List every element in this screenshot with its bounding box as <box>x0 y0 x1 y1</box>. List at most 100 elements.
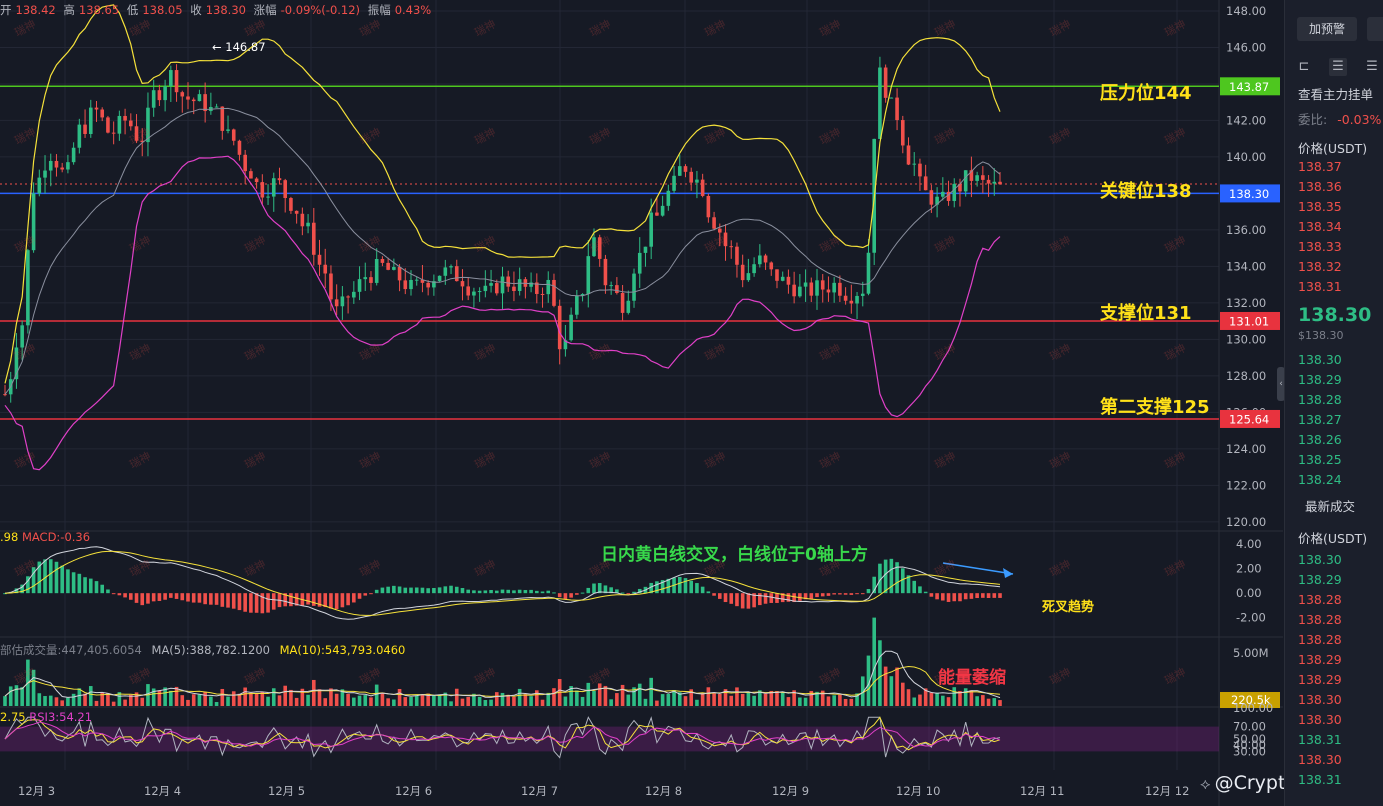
macd-bar <box>323 593 328 608</box>
volume-bar <box>946 697 951 706</box>
candle-body <box>311 222 316 255</box>
candle-body <box>849 300 854 304</box>
candle-body <box>71 147 76 163</box>
candle-body <box>277 178 282 181</box>
bid-price-row[interactable]: 138.28 <box>1298 392 1342 407</box>
view-bids-icon[interactable]: ☰ <box>1329 58 1347 76</box>
macd-bar <box>620 592 625 594</box>
macd-bar <box>958 593 962 602</box>
candle-body <box>460 281 465 287</box>
rsi-tick-label: 100.00 <box>1233 701 1273 715</box>
ask-price-row[interactable]: 138.37 <box>1298 159 1342 174</box>
candle-body <box>912 163 917 165</box>
ask-price-row[interactable]: 138.33 <box>1298 239 1342 254</box>
volume-bar <box>775 691 779 706</box>
volume-bar <box>992 698 997 706</box>
volume-bar <box>289 689 293 706</box>
date-tick-label: 12月 5 <box>268 784 305 798</box>
candle-body <box>540 293 545 295</box>
macd-bar <box>700 586 705 594</box>
macd-bar <box>552 592 556 594</box>
macd-bar <box>981 593 985 598</box>
candle-body <box>289 198 293 211</box>
macd-bar <box>243 593 247 612</box>
view-asks-icon[interactable]: ☰ <box>1363 58 1381 76</box>
candle-body <box>106 117 110 133</box>
macd-bar <box>832 593 836 595</box>
macd-bar <box>843 593 848 595</box>
ask-price-row[interactable]: 138.32 <box>1298 259 1342 274</box>
volume-bar <box>889 676 894 706</box>
macd-bar <box>912 580 917 594</box>
volume-bar <box>912 697 917 706</box>
candle-body <box>100 109 105 118</box>
bid-price-row[interactable]: 138.30 <box>1298 352 1342 367</box>
bid-price-row[interactable]: 138.26 <box>1298 432 1342 447</box>
macd-bar <box>729 593 734 604</box>
candle-body <box>826 289 831 293</box>
candlestick-chart[interactable]: 148.00146.00144.00142.00140.00138.00136.… <box>0 0 1283 806</box>
bollinger-mid <box>4 107 1001 395</box>
bid-price-row[interactable]: 138.29 <box>1298 372 1342 387</box>
macd-bar <box>71 572 76 594</box>
order-book-title[interactable]: 查看主力挂单 <box>1298 84 1373 103</box>
candle-body <box>426 282 430 288</box>
candle-body <box>363 277 368 280</box>
volume-bar <box>717 693 722 706</box>
volume-bar <box>786 697 791 706</box>
candle-body <box>820 280 825 290</box>
volume-bar <box>683 696 688 706</box>
price-tick-label: 146.00 <box>1226 40 1266 54</box>
candle-body <box>294 210 299 214</box>
volume-bar <box>323 698 328 706</box>
candle-body <box>575 295 579 315</box>
volume-bar <box>780 692 785 706</box>
trade-price-row: 138.31 <box>1298 772 1342 787</box>
volume-bar <box>231 691 236 706</box>
high-value: 138.65 <box>78 3 120 17</box>
view-both-icon[interactable]: ⊏ <box>1295 58 1313 76</box>
price-tick-label: 140.00 <box>1226 150 1266 164</box>
volume-bar <box>975 696 979 706</box>
macd-bar <box>306 593 310 605</box>
macd-bar <box>569 593 573 598</box>
more-button[interactable] <box>1367 17 1383 41</box>
ask-price-row[interactable]: 138.36 <box>1298 179 1342 194</box>
volume-bar <box>832 695 836 706</box>
volume-bar <box>666 693 671 706</box>
open-value: 138.42 <box>15 3 56 17</box>
candle-body <box>683 166 688 172</box>
macd-bar <box>952 593 957 602</box>
volume-bar <box>352 697 356 706</box>
ask-price-row[interactable]: 138.35 <box>1298 199 1342 214</box>
macd-bar <box>66 569 70 594</box>
volume-bar <box>506 694 511 706</box>
volume-bar <box>54 697 59 706</box>
candle-body <box>740 264 745 281</box>
macd-bar <box>483 590 488 594</box>
volume-bars <box>3 617 1002 706</box>
candle-body <box>655 212 659 216</box>
bid-price-row[interactable]: 138.27 <box>1298 412 1342 427</box>
ma10-value: MA(10):543,793.0460 <box>279 643 406 657</box>
macd-bar <box>683 578 688 594</box>
rsi-prefix: 2.75 <box>0 710 26 724</box>
macd-bar <box>88 578 93 594</box>
candle-body <box>746 273 751 281</box>
price-tick-label: 120.00 <box>1226 515 1266 529</box>
macd-bar <box>346 593 350 606</box>
ask-price-row[interactable]: 138.34 <box>1298 219 1342 234</box>
candle-body <box>283 180 288 199</box>
candle-body <box>169 70 173 87</box>
volume-bar <box>998 700 1002 706</box>
high-label: 高 <box>63 3 75 17</box>
ask-price-row[interactable]: 138.31 <box>1298 279 1342 294</box>
candle-body <box>923 176 928 191</box>
candle-body <box>83 124 87 134</box>
bid-price-row[interactable]: 138.24 <box>1298 472 1342 487</box>
macd-bar <box>689 580 694 594</box>
volume-bar <box>735 687 739 706</box>
add-alert-button[interactable]: 加预警 <box>1297 17 1357 41</box>
bid-price-row[interactable]: 138.25 <box>1298 452 1342 467</box>
macd-bar <box>180 593 185 601</box>
